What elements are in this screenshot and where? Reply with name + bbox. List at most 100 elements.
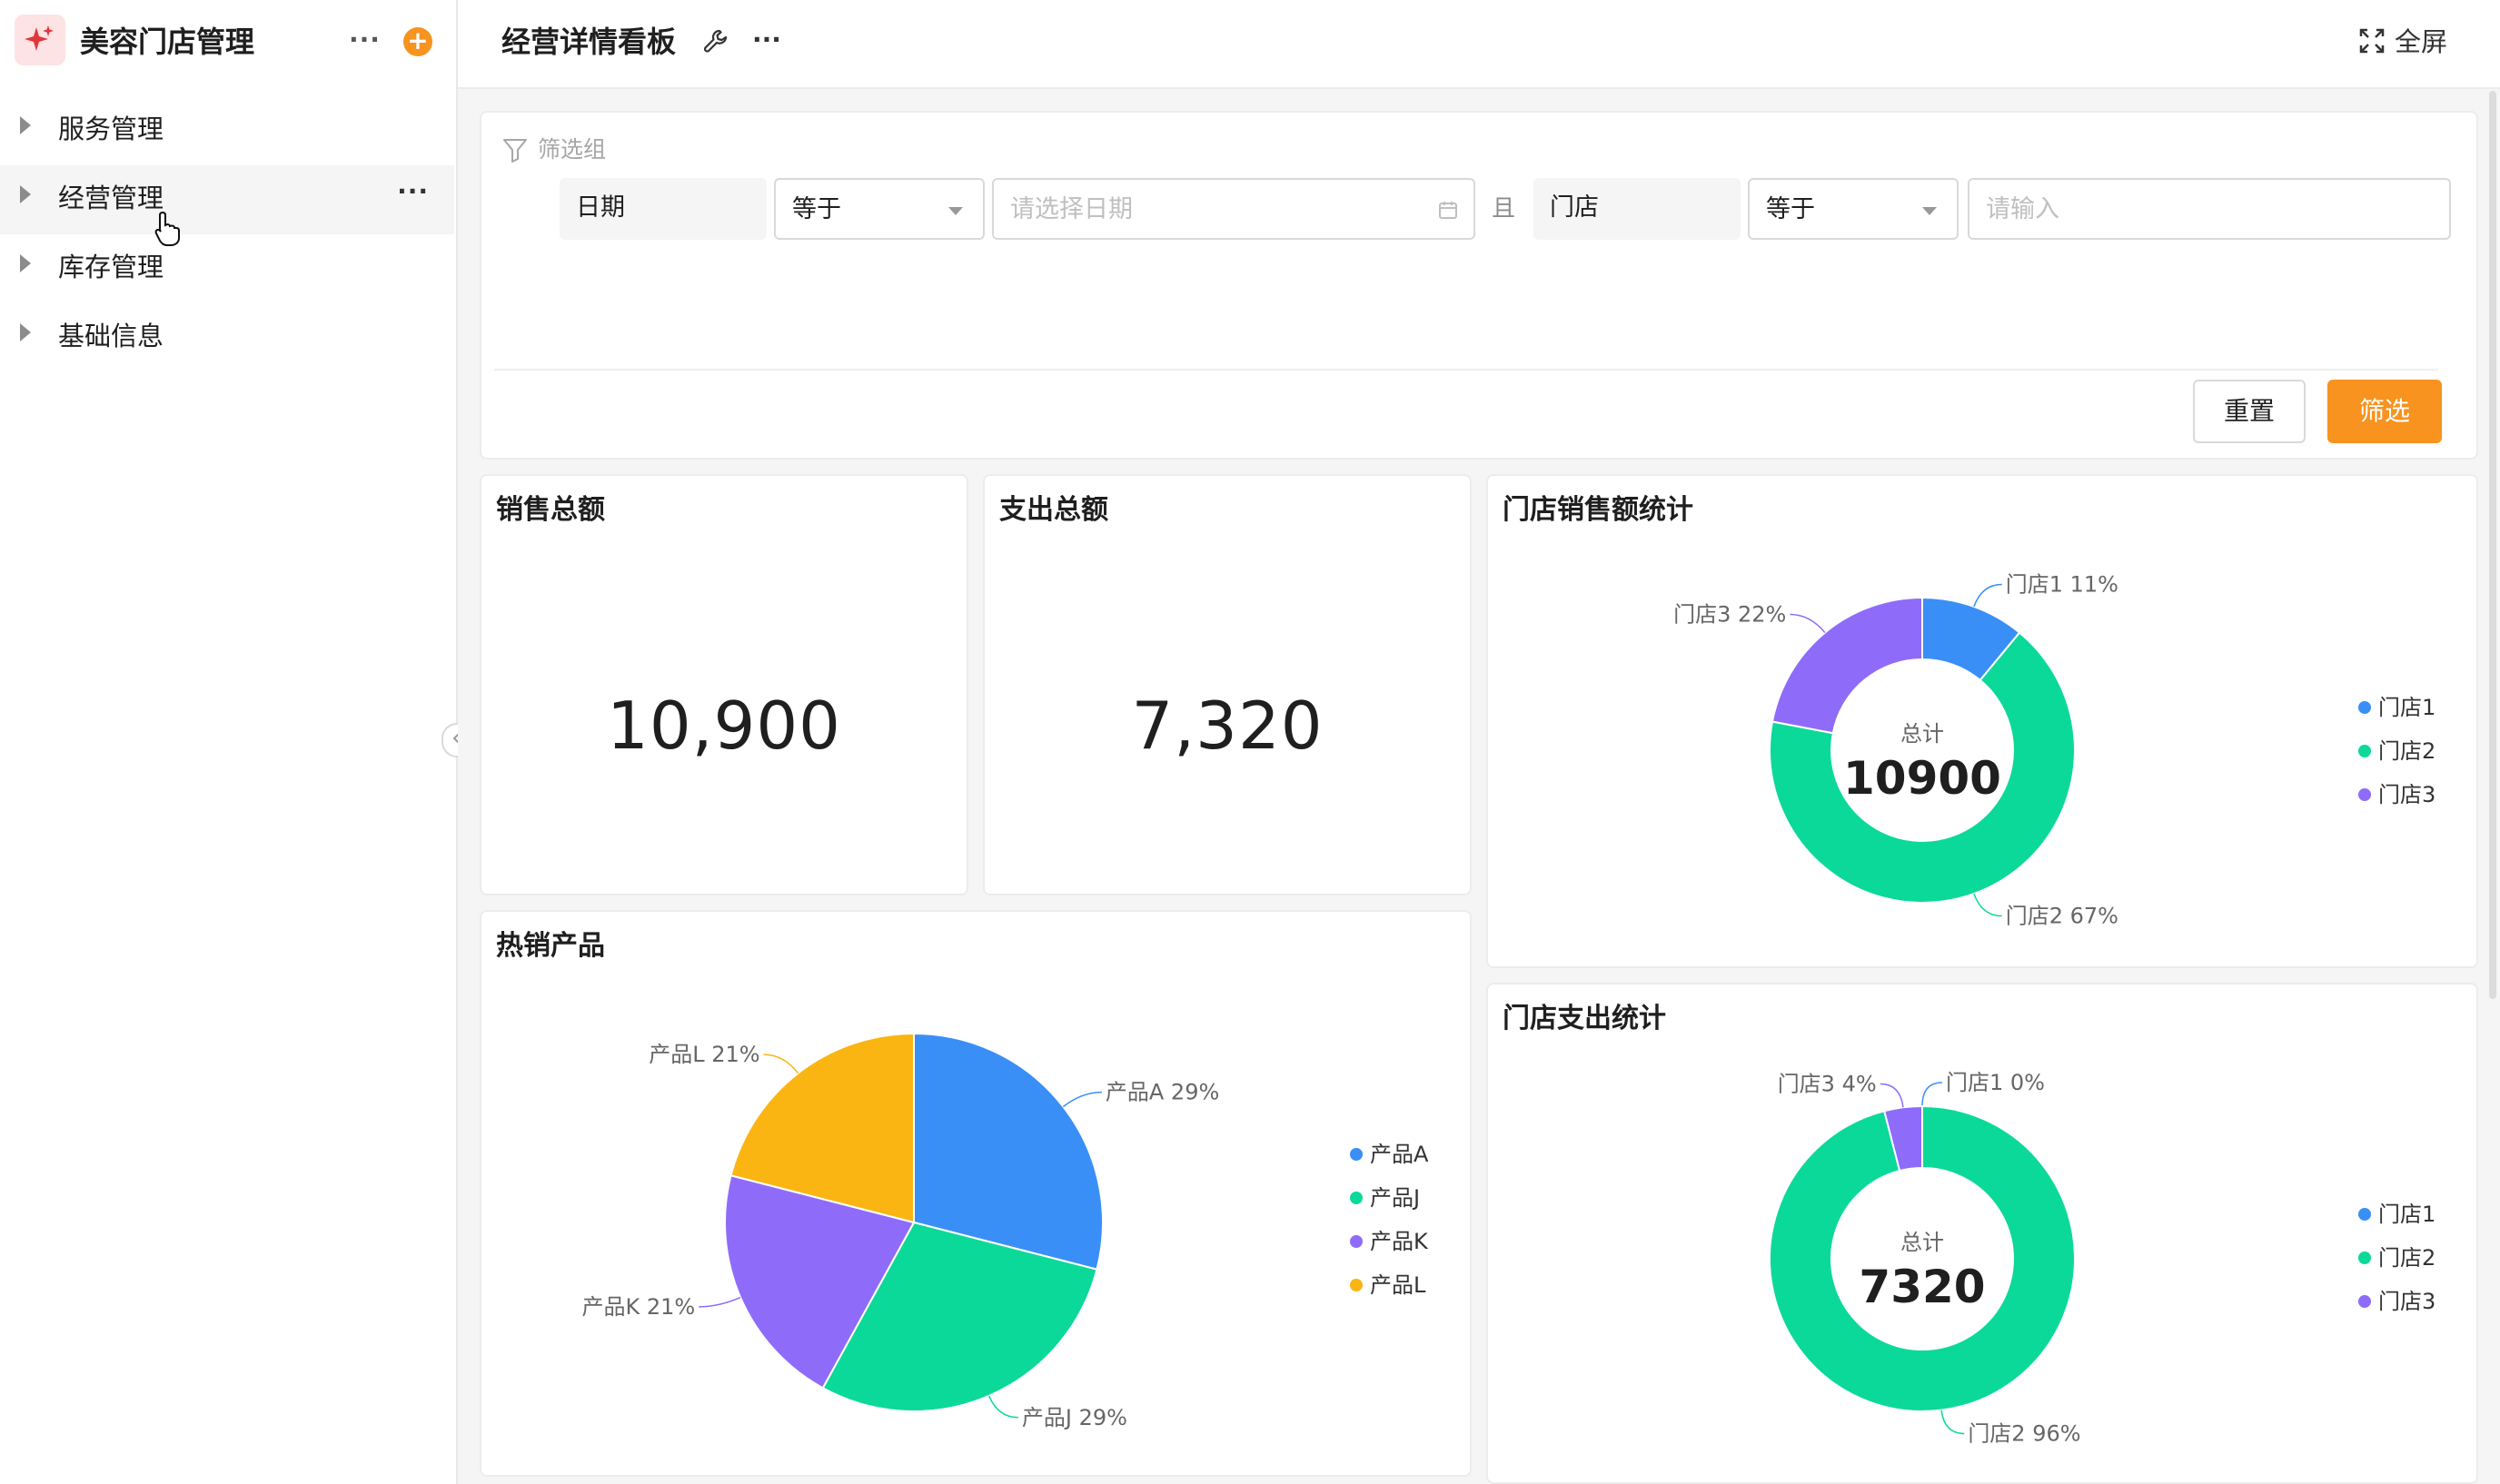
sidebar-item-label: 库存管理 (58, 252, 164, 282)
sidebar-item-label: 基础信息 (58, 321, 164, 351)
store-expense-card: 门店支出统计 门店1 0% 门店2 96% 门店3 4% 总计 7320 门店1 门店2… (1486, 983, 2478, 1484)
legend-dot (1350, 1148, 1363, 1161)
label-leader-line (1921, 1082, 1943, 1107)
slice-label: 门店2 96% (1968, 1420, 2080, 1446)
sales-total-card: 销售总额 10,900 (480, 474, 968, 895)
filter-submit-button[interactable]: 筛选 (2327, 380, 2442, 443)
label-leader-line (1880, 1083, 1904, 1108)
store-sales-card: 门店销售额统计 门店1 11% 门店2 67% 门店3 22% 总计 10900 门店1… (1486, 474, 2478, 968)
app-logo-icon (15, 15, 65, 65)
wrench-icon[interactable] (701, 27, 730, 56)
legend-label: 门店3 (2378, 1289, 2436, 1314)
legend-label: 门店3 (2378, 782, 2436, 807)
slice-label: 门店2 67% (2006, 904, 2118, 929)
caret-down-icon (1922, 207, 1937, 215)
legend-label: 产品J (1370, 1185, 1421, 1211)
label-leader-line (1790, 613, 1826, 634)
expense-total-value: 7,320 (1131, 688, 1324, 764)
label-leader-line (1940, 1410, 1965, 1435)
app-more-icon[interactable]: ··· (349, 20, 381, 60)
store-sales-donut-chart: 门店1 11% 门店2 67% 门店3 22% 总计 10900 (1673, 571, 2118, 929)
and-connector: 且 (1492, 195, 1516, 223)
date-operator-value: 等于 (792, 195, 841, 223)
sales-total-value: 10,900 (607, 688, 841, 764)
sidebar-item-basic-info[interactable]: 基础信息 (0, 303, 454, 372)
sidebar: 美容门店管理 ··· + 服务管理 经营管理 ··· 库存管理 基础信息 (0, 0, 458, 1484)
donut-center-value: 10900 (1843, 752, 2001, 805)
slice-label: 门店1 11% (2006, 571, 2118, 597)
expense-total-card: 支出总额 7,320 (983, 474, 1472, 895)
filter-group-title: 筛选组 (538, 136, 607, 163)
hot-products-card: 热销产品 产品A 29% 产品J 29% 产品K 21% 产品L 21% 产品A 产品… (480, 910, 1472, 1477)
sidebar-item-inventory[interactable]: 库存管理 (0, 234, 454, 303)
fullscreen-icon (2359, 28, 2385, 54)
legend-dot (1350, 1235, 1363, 1248)
caret-right-icon (20, 323, 31, 341)
slice-label: 产品K 21% (582, 1294, 696, 1320)
store-placeholder: 请输入 (1986, 195, 2059, 223)
slice-label: 产品L 21% (649, 1042, 759, 1067)
caret-down-icon (948, 207, 963, 215)
label-leader-line (699, 1296, 741, 1308)
caret-right-icon (20, 185, 31, 203)
legend-dot (1350, 1279, 1363, 1291)
caret-right-icon (20, 254, 31, 272)
legend-dot (2358, 1295, 2371, 1308)
store-operator-value: 等于 (1766, 195, 1815, 223)
app-title: 美容门店管理 (80, 25, 255, 59)
donut-center-label: 总计 (1900, 721, 1944, 747)
label-leader-line (1973, 893, 2002, 917)
sidebar-item-service[interactable]: 服务管理 (0, 96, 454, 165)
legend-dot (1350, 1192, 1363, 1204)
sidebar-item-operations[interactable]: 经营管理 ··· (0, 165, 454, 234)
slice-label: 门店3 22% (1673, 602, 1786, 628)
fullscreen-label: 全屏 (2395, 26, 2448, 57)
legend-dot (2358, 745, 2371, 757)
calendar-icon (1439, 202, 1457, 219)
date-picker-input[interactable]: 请选择日期 (992, 178, 1475, 240)
donut-center-value: 7320 (1859, 1261, 1985, 1313)
date-field-label: 日期 (560, 178, 767, 240)
filter-group-card (480, 111, 2478, 460)
store-field-label: 门店 (1533, 178, 1741, 240)
slice-label: 产品A 29% (1106, 1080, 1219, 1105)
date-placeholder: 请选择日期 (1010, 195, 1133, 223)
slice-label: 门店3 4% (1778, 1072, 1877, 1097)
store-expense-donut-chart: 门店1 0% 门店2 96% 门店3 4% 总计 7320 (1769, 1070, 2081, 1446)
page-more-icon[interactable]: ··· (752, 20, 781, 60)
slice-label: 产品J 29% (1022, 1405, 1127, 1430)
legend-dot (2358, 788, 2371, 801)
slice-label: 门店1 0% (1946, 1070, 2045, 1095)
caret-right-icon (20, 116, 31, 134)
pie-slice[interactable] (1771, 596, 1923, 735)
card-title: 支出总额 (999, 494, 1108, 526)
vertical-scrollbar[interactable] (2489, 91, 2496, 999)
legend-dot (2358, 1208, 2371, 1221)
hot-products-pie-chart: 产品A 29% 产品J 29% 产品K 21% 产品L 21% (582, 1032, 1219, 1430)
legend-label: 门店1 (2378, 1202, 2436, 1227)
store-operator-select[interactable]: 等于 (1748, 178, 1959, 240)
card-title: 销售总额 (496, 494, 605, 526)
sidebar-item-label: 经营管理 (58, 183, 164, 213)
legend-label: 产品L (1370, 1272, 1426, 1298)
legend-label: 产品A (1370, 1142, 1429, 1167)
item-more-icon[interactable]: ··· (397, 176, 429, 206)
legend-dot (2358, 701, 2371, 714)
filter-icon (503, 139, 527, 163)
legend-dot (2358, 1252, 2371, 1264)
reset-button[interactable]: 重置 (2193, 380, 2306, 443)
legend-label: 门店2 (2378, 738, 2436, 764)
label-leader-line (1973, 583, 2002, 608)
legend-label: 门店1 (2378, 695, 2436, 720)
date-operator-select[interactable]: 等于 (774, 178, 985, 240)
hand-pointer-icon (154, 211, 180, 247)
donut-center-label: 总计 (1900, 1230, 1944, 1255)
store-input[interactable]: 请输入 (1968, 178, 2451, 240)
add-page-button[interactable]: + (403, 27, 432, 56)
label-leader-line (1062, 1091, 1102, 1108)
page-title: 经营详情看板 (501, 25, 677, 59)
divider (494, 369, 2438, 371)
legend-label: 产品K (1370, 1229, 1428, 1254)
sidebar-item-label: 服务管理 (58, 114, 164, 144)
label-leader-line (763, 1054, 799, 1074)
